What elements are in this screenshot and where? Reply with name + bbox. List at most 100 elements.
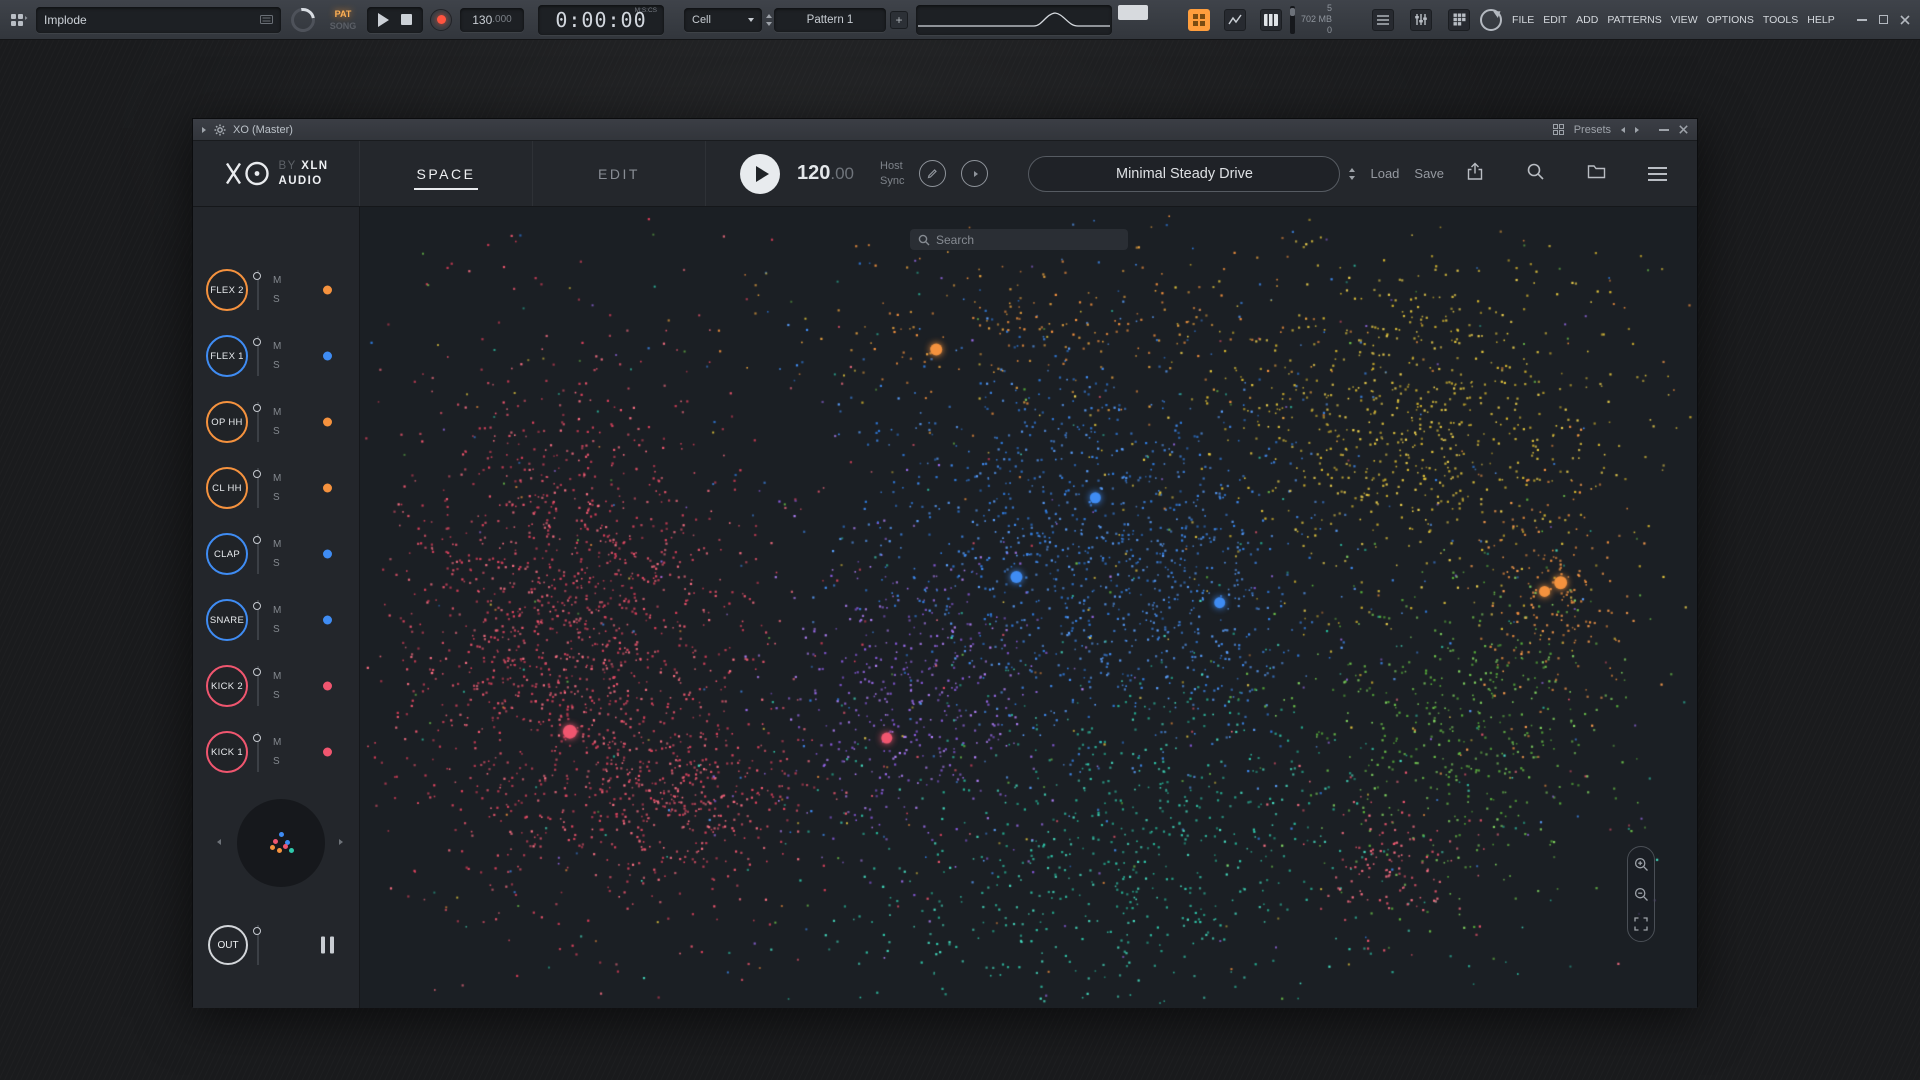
fader-knob[interactable] bbox=[253, 734, 261, 742]
preset-next-icon[interactable] bbox=[1635, 127, 1639, 133]
solo-button-kick-1[interactable]: S bbox=[273, 756, 281, 767]
cell-selector[interactable]: Cell bbox=[684, 8, 762, 32]
fader-knob[interactable] bbox=[253, 927, 261, 935]
solo-button-flex-1[interactable]: S bbox=[273, 360, 281, 371]
pause-icon[interactable] bbox=[321, 937, 334, 954]
mute-button-op-hh[interactable]: M bbox=[273, 407, 281, 418]
menu-item-edit[interactable]: EDIT bbox=[1543, 14, 1567, 26]
track-fader-kick-1[interactable] bbox=[257, 732, 259, 772]
preset-selector[interactable]: Minimal Steady Drive bbox=[1028, 156, 1340, 192]
pattern-spinner[interactable] bbox=[766, 14, 772, 26]
browser-icon[interactable] bbox=[1372, 9, 1394, 31]
solo-button-cl-hh[interactable]: S bbox=[273, 492, 281, 503]
solo-button-kick-2[interactable]: S bbox=[273, 690, 281, 701]
zoom-out-icon[interactable] bbox=[1634, 887, 1649, 902]
sample-search[interactable] bbox=[910, 229, 1128, 250]
mute-button-kick-2[interactable]: M bbox=[273, 671, 281, 682]
tab-edit[interactable]: EDIT bbox=[533, 141, 706, 206]
mixer-icon[interactable] bbox=[1410, 9, 1432, 31]
minimap-circle[interactable] bbox=[237, 799, 325, 887]
maximize-icon[interactable] bbox=[1879, 15, 1888, 24]
fader-knob[interactable] bbox=[253, 404, 261, 412]
search-input[interactable] bbox=[936, 233, 1120, 247]
menu-item-patterns[interactable]: PATTERNS bbox=[1607, 14, 1661, 26]
mute-button-flex-2[interactable]: M bbox=[273, 275, 281, 286]
save-button[interactable]: Save bbox=[1414, 166, 1444, 181]
sample-space-canvas[interactable] bbox=[360, 207, 1697, 1008]
mute-button-snare[interactable]: M bbox=[273, 605, 281, 616]
solo-button-flex-2[interactable]: S bbox=[273, 294, 281, 305]
plugin-titlebar[interactable]: XO (Master) Presets bbox=[193, 119, 1697, 141]
mute-button-clap[interactable]: M bbox=[273, 539, 281, 550]
track-fader-flex-1[interactable] bbox=[257, 336, 259, 376]
track-fader-snare[interactable] bbox=[257, 600, 259, 640]
menu-item-view[interactable]: VIEW bbox=[1671, 14, 1698, 26]
plugin-minimize-icon[interactable] bbox=[1659, 129, 1669, 131]
track-select-clap[interactable]: CLAP bbox=[206, 533, 248, 575]
minimap-prev-icon[interactable] bbox=[217, 839, 221, 845]
plugin-close-icon[interactable] bbox=[1679, 125, 1688, 134]
play-button[interactable] bbox=[378, 13, 389, 27]
fader-knob[interactable] bbox=[253, 338, 261, 346]
track-select-flex-2[interactable]: FLEX 2 bbox=[206, 269, 248, 311]
sync-icon[interactable] bbox=[1480, 9, 1502, 31]
search-icon[interactable] bbox=[1526, 162, 1545, 186]
solo-button-snare[interactable]: S bbox=[273, 624, 281, 635]
record-button[interactable] bbox=[430, 9, 452, 31]
folder-icon[interactable] bbox=[1587, 163, 1606, 184]
track-select-kick-2[interactable]: KICK 2 bbox=[206, 665, 248, 707]
out-fader[interactable] bbox=[257, 925, 259, 965]
fader-knob[interactable] bbox=[253, 470, 261, 478]
track-fader-flex-2[interactable] bbox=[257, 270, 259, 310]
fader-knob[interactable] bbox=[253, 668, 261, 676]
menu-item-add[interactable]: ADD bbox=[1576, 14, 1598, 26]
gear-icon[interactable] bbox=[214, 124, 226, 136]
track-select-snare[interactable]: SNARE bbox=[206, 599, 248, 641]
touch-keyboard-icon[interactable] bbox=[1188, 9, 1210, 31]
track-select-cl-hh[interactable]: CL HH bbox=[206, 467, 248, 509]
channel-rack-icon[interactable] bbox=[1448, 9, 1470, 31]
minimize-icon[interactable] bbox=[1857, 19, 1867, 21]
time-display[interactable]: 0:00:00 M:S:CS bbox=[538, 5, 664, 35]
tap-tempo-button[interactable] bbox=[919, 160, 946, 187]
piano-roll-icon[interactable] bbox=[1260, 9, 1282, 31]
plugin-options-icon[interactable] bbox=[202, 127, 206, 133]
preview-play-button[interactable] bbox=[961, 160, 988, 187]
track-select-flex-1[interactable]: FLEX 1 bbox=[206, 335, 248, 377]
track-fader-clap[interactable] bbox=[257, 534, 259, 574]
mute-button-cl-hh[interactable]: M bbox=[273, 473, 281, 484]
plugin-bpm[interactable]: 120.00 bbox=[797, 162, 854, 185]
hint-bar[interactable]: Implode bbox=[36, 7, 281, 33]
close-icon[interactable] bbox=[1900, 15, 1910, 25]
preset-prev-icon[interactable] bbox=[1621, 127, 1625, 133]
menu-item-tools[interactable]: TOOLS bbox=[1763, 14, 1798, 26]
solo-button-op-hh[interactable]: S bbox=[273, 426, 281, 437]
zoom-in-icon[interactable] bbox=[1634, 857, 1649, 872]
master-peak-meter[interactable] bbox=[1118, 5, 1148, 20]
fader-knob[interactable] bbox=[253, 272, 261, 280]
menu-item-help[interactable]: HELP bbox=[1807, 14, 1834, 26]
out-button[interactable]: OUT bbox=[208, 925, 248, 965]
load-button[interactable]: Load bbox=[1370, 166, 1399, 181]
pat-song-toggle[interactable]: PAT SONG bbox=[325, 9, 361, 31]
fader-knob[interactable] bbox=[253, 602, 261, 610]
preset-step-arrows[interactable] bbox=[1349, 168, 1355, 180]
hamburger-menu-icon[interactable] bbox=[1648, 167, 1667, 181]
tab-space[interactable]: SPACE bbox=[360, 141, 533, 206]
menu-item-options[interactable]: OPTIONS bbox=[1707, 14, 1754, 26]
mute-button-kick-1[interactable]: M bbox=[273, 737, 281, 748]
menu-item-file[interactable]: FILE bbox=[1512, 14, 1534, 26]
export-share-icon[interactable] bbox=[1466, 162, 1484, 186]
mute-button-flex-1[interactable]: M bbox=[273, 341, 281, 352]
host-sync-label[interactable]: Host Sync bbox=[880, 159, 904, 189]
playlist-icon[interactable] bbox=[1224, 9, 1246, 31]
minimap-next-icon[interactable] bbox=[339, 839, 343, 845]
add-pattern-button[interactable]: + bbox=[890, 11, 908, 29]
tempo-display[interactable]: 130.000 bbox=[460, 8, 524, 32]
presets-grid-icon[interactable] bbox=[1553, 124, 1564, 135]
track-select-op-hh[interactable]: OP HH bbox=[206, 401, 248, 443]
plugin-play-button[interactable] bbox=[740, 154, 780, 194]
stop-button[interactable] bbox=[401, 14, 412, 25]
track-fader-op-hh[interactable] bbox=[257, 402, 259, 442]
solo-button-clap[interactable]: S bbox=[273, 558, 281, 569]
